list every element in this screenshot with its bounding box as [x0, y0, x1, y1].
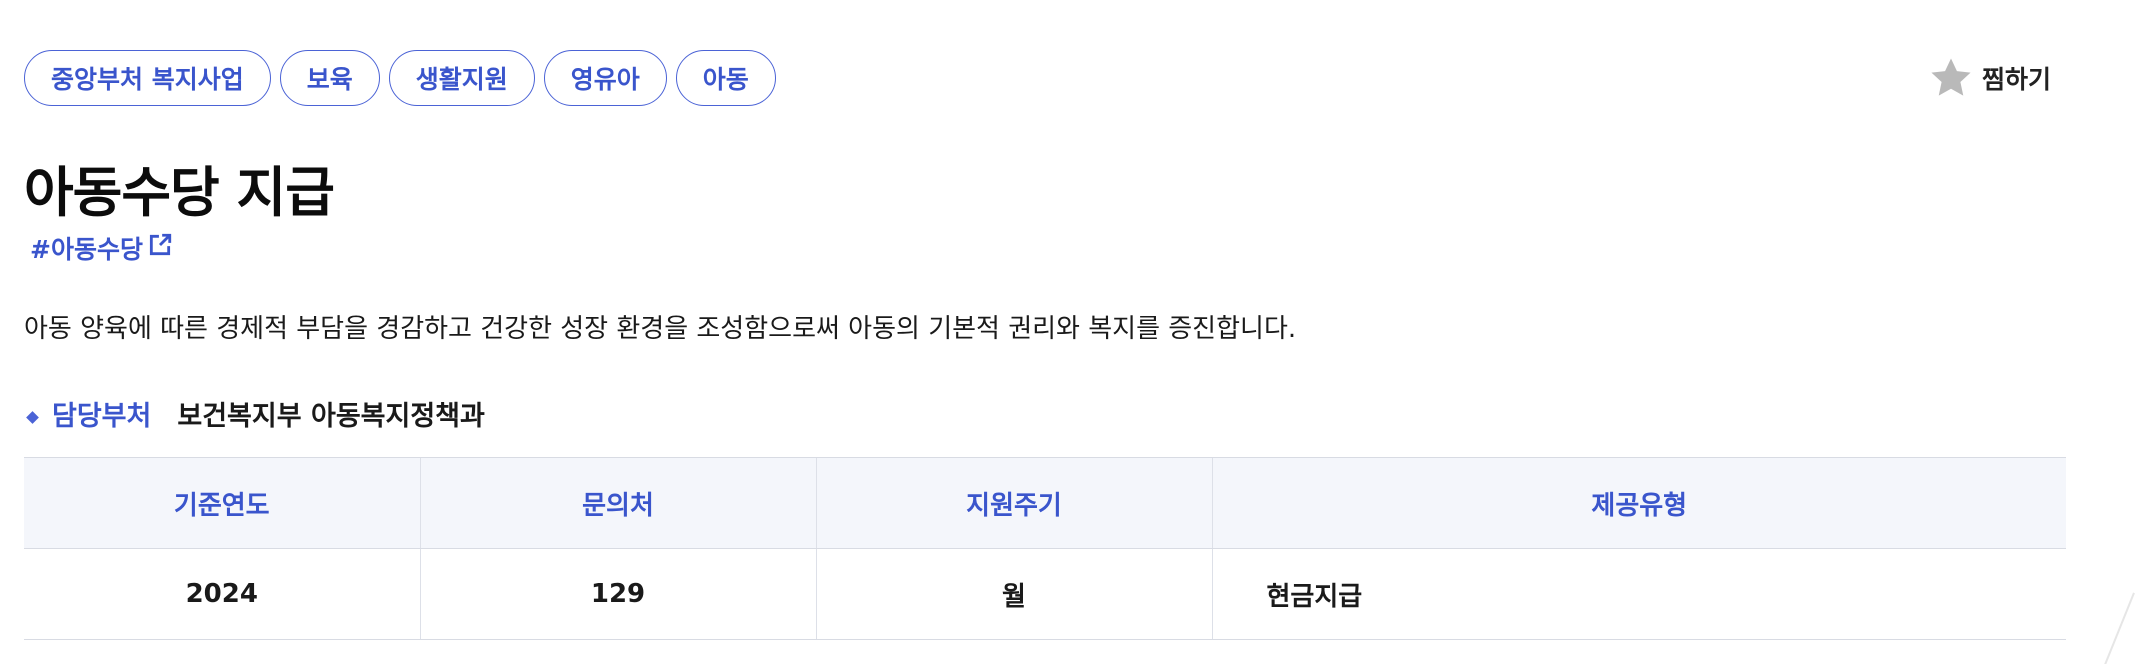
tag-list: 중앙부처 복지사업 보육 생활지원 영유아 아동: [24, 50, 776, 106]
tag-central-welfare[interactable]: 중앙부처 복지사업: [24, 50, 271, 106]
cell-contact: 129: [419, 548, 816, 640]
info-table: 기준연도 문의처 지원주기 제공유형 2024 129 월 현금지급: [24, 457, 2066, 640]
star-icon: [1928, 55, 1974, 101]
header-provision-type: 제공유형: [1211, 457, 2066, 549]
favorite-button[interactable]: 찜하기: [1928, 50, 2051, 106]
diamond-bullet-icon: [26, 410, 39, 424]
cell-provision-type: 현금지급: [1211, 548, 2066, 640]
description: 아동 양육에 따른 경제적 부담을 경감하고 건강한 성장 환경을 조성함으로써…: [24, 314, 1297, 344]
header-base-year: 기준연도: [24, 457, 420, 549]
external-link-icon: [147, 230, 173, 270]
favorite-label: 찜하기: [1982, 65, 2052, 94]
hashtag-text: #아동수당: [30, 235, 143, 264]
department-row: 담당부처 보건복지부 아동복지정책과: [24, 397, 485, 437]
hashtag-link[interactable]: #아동수당: [30, 230, 173, 270]
table-header-row: 기준연도 문의처 지원주기 제공유형: [24, 457, 2066, 549]
tag-living-support[interactable]: 생활지원: [388, 50, 535, 106]
decorative-divider: [2103, 592, 2135, 664]
tag-infant[interactable]: 영유아: [543, 50, 667, 106]
department-label: 담당부처: [52, 401, 152, 432]
cell-support-cycle: 월: [815, 548, 1212, 640]
tag-child[interactable]: 아동: [675, 50, 776, 106]
header-contact: 문의처: [419, 457, 816, 549]
header-support-cycle: 지원주기: [815, 457, 1212, 549]
tag-childcare[interactable]: 보육: [279, 50, 380, 106]
table-row: 2024 129 월 현금지급: [24, 548, 2066, 640]
page: 중앙부처 복지사업 보육 생활지원 영유아 아동 찜하기 아동수당 지급 #아동…: [0, 0, 2138, 664]
cell-base-year: 2024: [24, 548, 420, 640]
department-value: 보건복지부 아동복지정책과: [177, 401, 485, 432]
page-title: 아동수당 지급: [24, 161, 335, 224]
